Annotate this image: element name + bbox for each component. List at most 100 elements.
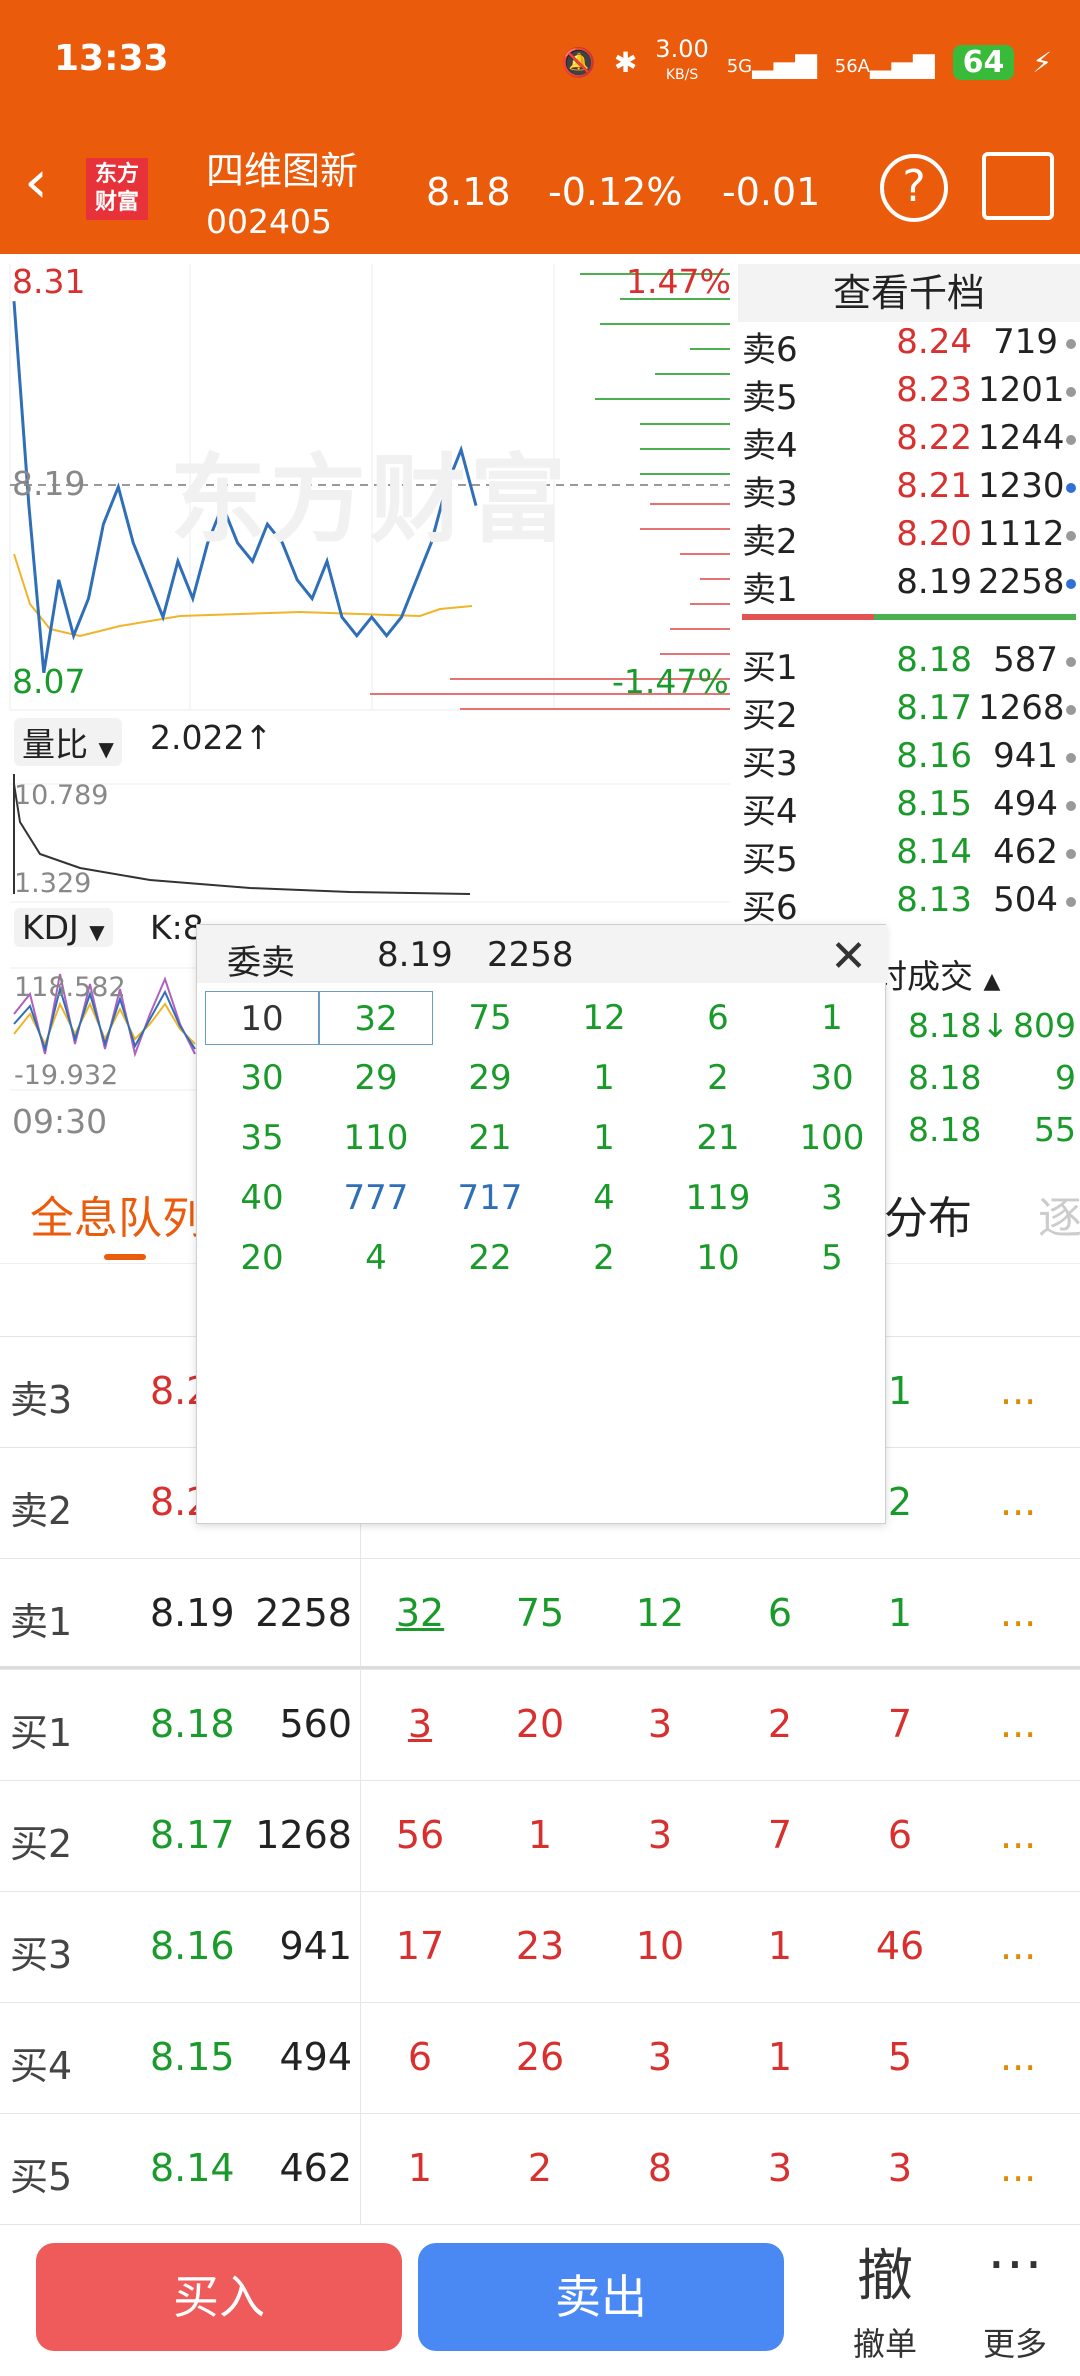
queue-cell[interactable]: 3 — [392, 1702, 448, 1746]
queue-cell[interactable]: 6 — [392, 2035, 448, 2079]
queue-row[interactable]: 卖1 8.19 2258 32 75 12 6 1... — [0, 1558, 1080, 1669]
tab-distribution[interactable]: 分布 — [884, 1182, 972, 1246]
popup-cell[interactable]: 29 — [319, 1051, 433, 1105]
queue-cell[interactable]: 7 — [872, 1702, 928, 1746]
queue-row[interactable]: 买5 8.14 462 1 2 8 3 3... — [0, 2113, 1080, 2224]
popup-cell[interactable]: 32 — [319, 991, 433, 1045]
popup-cell[interactable]: 1 — [547, 1051, 661, 1105]
popup-cell[interactable]: 12 — [547, 991, 661, 1045]
popup-cell[interactable]: 6 — [661, 991, 775, 1045]
queue-cell[interactable]: 75 — [512, 1591, 568, 1635]
ask-row[interactable]: 卖4 8.22 1244 — [738, 418, 1080, 466]
bid-row[interactable]: 买4 8.15 494 — [738, 784, 1080, 832]
popup-cell[interactable]: 35 — [205, 1111, 319, 1165]
queue-cell[interactable]: 1 — [752, 1924, 808, 1968]
buy-button[interactable]: 买入 — [36, 2243, 402, 2351]
popup-cell[interactable]: 3 — [775, 1171, 889, 1225]
popup-cell[interactable]: 5 — [775, 1231, 889, 1285]
queue-cell[interactable]: 3 — [752, 2146, 808, 2190]
cancel-order-icon[interactable]: 撤 — [830, 2231, 940, 2312]
tab-next[interactable]: 逐 — [1038, 1182, 1080, 1246]
queue-cell[interactable]: 1 — [752, 2035, 808, 2079]
kdj-selector[interactable]: KDJ ▼ — [14, 908, 113, 947]
popup-cell[interactable]: 20 — [205, 1231, 319, 1285]
popup-cell[interactable]: 10 — [205, 991, 319, 1045]
queue-cell[interactable]: 23 — [512, 1924, 568, 1968]
queue-cell[interactable]: 17 — [392, 1924, 448, 1968]
popup-cell[interactable]: 119 — [661, 1171, 775, 1225]
more-icon[interactable]: ... — [1000, 1369, 1036, 1413]
split-screen-button[interactable] — [982, 152, 1054, 220]
popup-cell[interactable]: 40 — [205, 1171, 319, 1225]
queue-cell[interactable]: 2 — [752, 1702, 808, 1746]
popup-cell[interactable]: 4 — [319, 1231, 433, 1285]
queue-row[interactable]: 买2 8.17 1268 56 1 3 7 6... — [0, 1780, 1080, 1891]
popup-cell[interactable]: 2 — [661, 1051, 775, 1105]
popup-cell[interactable]: 30 — [205, 1051, 319, 1105]
more-icon[interactable]: ... — [1000, 1591, 1036, 1635]
close-icon[interactable]: ✕ — [830, 931, 867, 982]
queue-cell[interactable]: 6 — [872, 1813, 928, 1857]
popup-cell[interactable]: 21 — [433, 1111, 547, 1165]
ask-row[interactable]: 卖2 8.20 1112 — [738, 514, 1080, 562]
stock-name[interactable]: 四维图新 — [206, 140, 358, 195]
cancel-order-label[interactable]: 撤单 — [830, 2319, 940, 2365]
back-button[interactable]: ‹ — [24, 152, 48, 212]
popup-cell[interactable]: 4 — [547, 1171, 661, 1225]
popup-cell[interactable]: 30 — [775, 1051, 889, 1105]
popup-cell[interactable]: 100 — [775, 1111, 889, 1165]
more-icon[interactable]: ... — [1000, 1813, 1036, 1857]
more-icon[interactable]: ... — [1000, 1480, 1036, 1524]
queue-cell[interactable]: 3 — [632, 2035, 688, 2079]
more-label[interactable]: 更多 — [960, 2319, 1070, 2365]
queue-cell[interactable]: 3 — [632, 1813, 688, 1857]
more-icon[interactable]: ⋯ — [960, 2231, 1070, 2296]
queue-cell[interactable]: 12 — [632, 1591, 688, 1635]
queue-cell[interactable]: 2 — [512, 2146, 568, 2190]
bid-row[interactable]: 买1 8.18 587 — [738, 640, 1080, 688]
queue-cell[interactable]: 3 — [872, 2146, 928, 2190]
bid-row[interactable]: 买6 8.13 504 — [738, 880, 1080, 928]
popup-cell[interactable]: 22 — [433, 1231, 547, 1285]
ask-row[interactable]: 卖1 8.19 2258 — [738, 562, 1080, 610]
queue-cell[interactable]: 8 — [632, 2146, 688, 2190]
queue-cell[interactable]: 3 — [632, 1702, 688, 1746]
bid-row[interactable]: 买5 8.14 462 — [738, 832, 1080, 880]
popup-cell[interactable]: 1 — [775, 991, 889, 1045]
popup-cell[interactable]: 110 — [319, 1111, 433, 1165]
queue-cell[interactable]: 5 — [872, 2035, 928, 2079]
queue-cell[interactable]: 1 — [872, 1591, 928, 1635]
popup-cell[interactable]: 777 — [319, 1171, 433, 1225]
popup-cell[interactable]: 717 — [433, 1171, 547, 1225]
queue-cell[interactable]: 1 — [392, 2146, 448, 2190]
queue-row[interactable]: 买1 8.18 560 3 20 3 2 7... — [0, 1669, 1080, 1780]
more-icon[interactable]: ... — [1000, 1702, 1036, 1746]
popup-cell[interactable]: 29 — [433, 1051, 547, 1105]
queue-cell[interactable]: 56 — [392, 1813, 448, 1857]
queue-cell[interactable]: 1 — [512, 1813, 568, 1857]
queue-cell[interactable]: 46 — [872, 1924, 928, 1968]
more-icon[interactable]: ... — [1000, 2146, 1036, 2190]
popup-cell[interactable]: 10 — [661, 1231, 775, 1285]
queue-cell[interactable]: 26 — [512, 2035, 568, 2079]
queue-row[interactable]: 买4 8.15 494 6 26 3 1 5... — [0, 2002, 1080, 2113]
ask-row[interactable]: 卖6 8.24 719 — [738, 322, 1080, 370]
tab-full-queue[interactable]: 全息队列 — [30, 1182, 206, 1246]
view-depth-button[interactable]: 查看千档 — [738, 264, 1080, 322]
queue-cell[interactable]: 6 — [752, 1591, 808, 1635]
queue-cell[interactable]: 10 — [632, 1924, 688, 1968]
queue-cell[interactable]: 32 — [392, 1591, 448, 1635]
popup-cell[interactable]: 75 — [433, 991, 547, 1045]
queue-cell[interactable]: 20 — [512, 1702, 568, 1746]
popup-cell[interactable]: 2 — [547, 1231, 661, 1285]
more-icon[interactable]: ... — [1000, 2035, 1036, 2079]
queue-cell[interactable]: 7 — [752, 1813, 808, 1857]
volume-ratio-selector[interactable]: 量比 ▼ — [14, 718, 122, 766]
ask-row[interactable]: 卖3 8.21 1230 — [738, 466, 1080, 514]
help-button[interactable]: ? — [880, 154, 948, 222]
popup-cell[interactable]: 1 — [547, 1111, 661, 1165]
bid-row[interactable]: 买3 8.16 941 — [738, 736, 1080, 784]
sell-button[interactable]: 卖出 — [418, 2243, 784, 2351]
ask-row[interactable]: 卖5 8.23 1201 — [738, 370, 1080, 418]
popup-cell[interactable]: 21 — [661, 1111, 775, 1165]
